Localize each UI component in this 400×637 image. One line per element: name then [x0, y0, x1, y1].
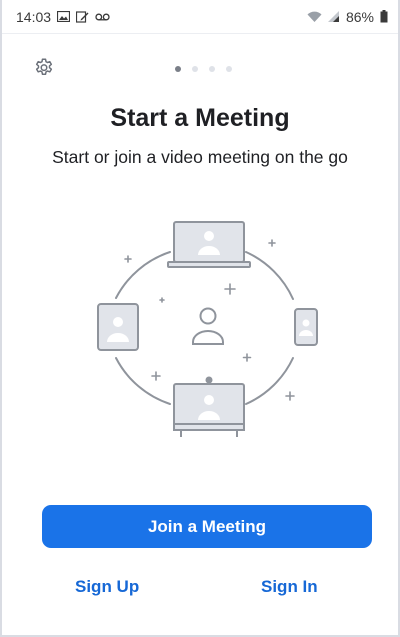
- laptop-icon: [167, 221, 251, 268]
- page-dot: [225, 66, 232, 72]
- connection-arc: [115, 357, 171, 405]
- connection-arc: [245, 251, 294, 300]
- phone-icon: [294, 308, 318, 346]
- battery-icon: [380, 10, 388, 23]
- app-screen: 14:03 86% Start a Meeting Start or join …: [0, 0, 400, 637]
- tablet-icon: [97, 303, 139, 351]
- battery-percentage: 86%: [345, 8, 374, 25]
- user-icon: [192, 307, 224, 345]
- page-title: Start a Meeting: [110, 104, 290, 132]
- page-dot-active: [174, 66, 181, 72]
- join-meeting-button[interactable]: Join a Meeting: [42, 505, 372, 548]
- status-bar-left: 14:03: [16, 9, 110, 25]
- sign-in-link[interactable]: Sign In: [261, 577, 318, 597]
- connection-arc: [245, 357, 294, 405]
- page-subtitle: Start or join a video meeting on the go: [52, 147, 348, 167]
- status-bar-right: 86%: [307, 9, 388, 25]
- signal-icon: [327, 10, 340, 23]
- status-time: 14:03: [16, 8, 52, 25]
- room-display-icon: [173, 376, 245, 437]
- connection-arc: [115, 251, 171, 299]
- edit-icon: [76, 10, 89, 23]
- page-indicator: [2, 66, 398, 72]
- sign-up-link[interactable]: Sign Up: [75, 577, 139, 597]
- status-bar: 14:03 86%: [2, 0, 398, 34]
- image-icon: [57, 11, 71, 22]
- page-dot: [191, 66, 198, 72]
- join-meeting-label: Join a Meeting: [147, 516, 267, 536]
- page-dot: [208, 66, 215, 72]
- voicemail-icon: [95, 13, 110, 21]
- wifi-icon: [307, 11, 322, 23]
- meeting-illustration: [88, 212, 328, 442]
